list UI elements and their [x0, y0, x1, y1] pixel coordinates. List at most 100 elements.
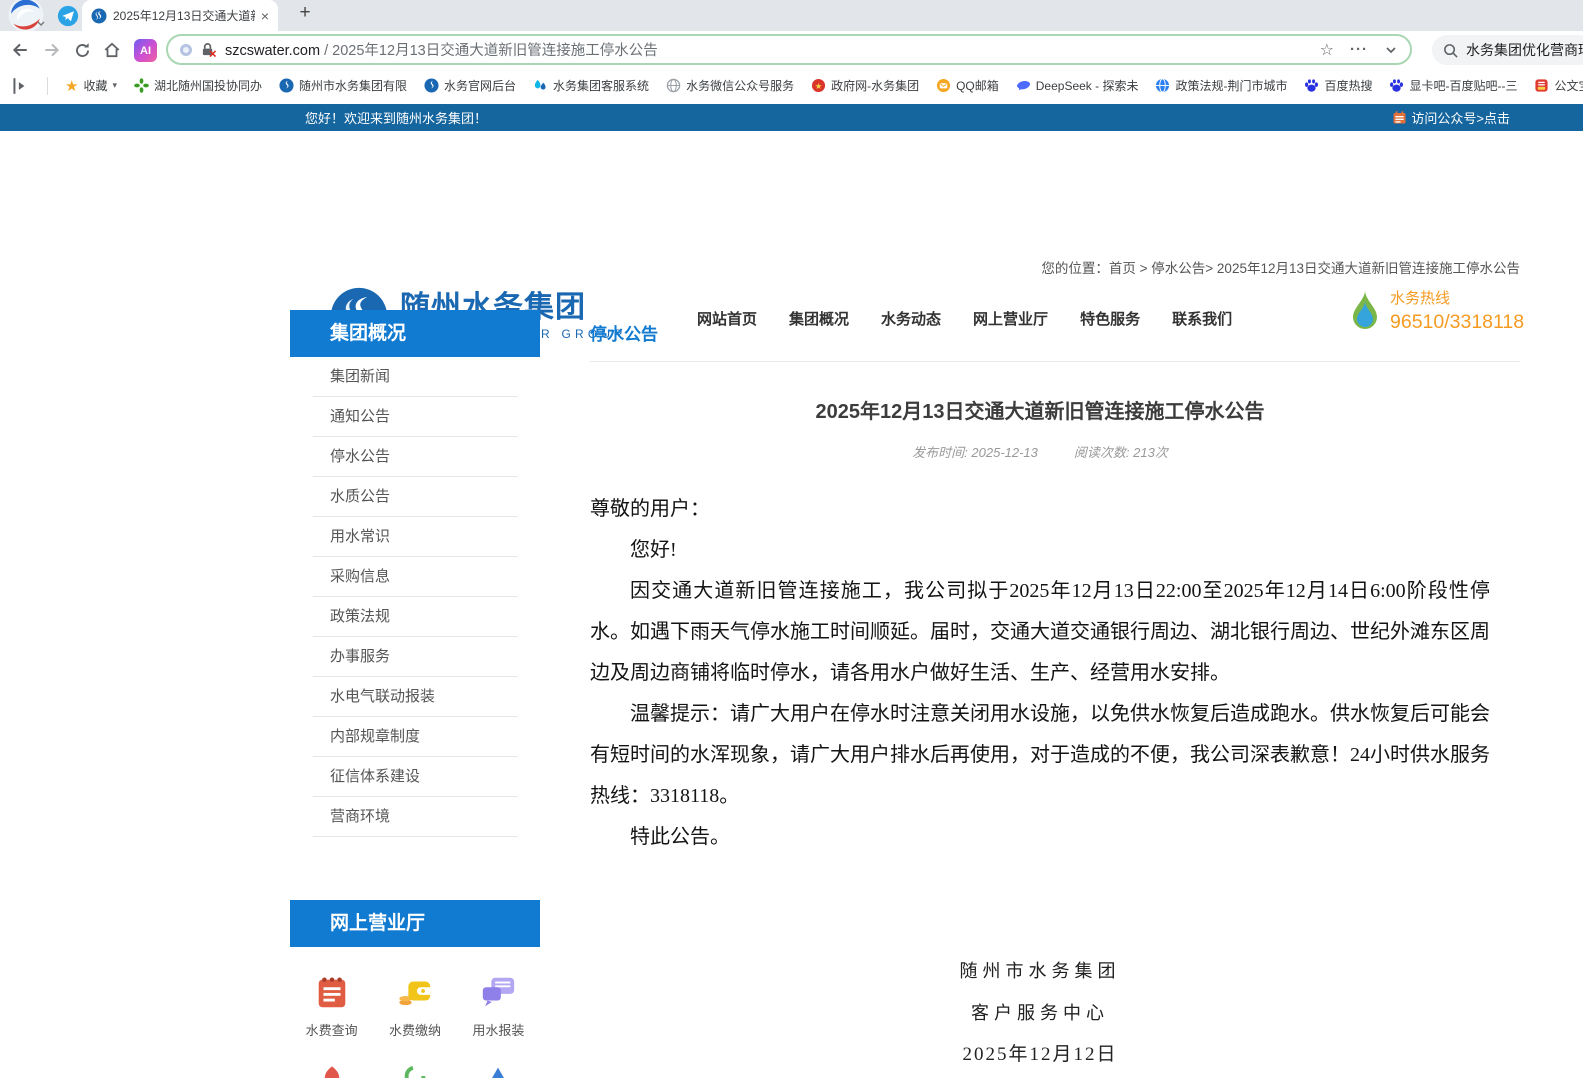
- ai-extension-icon[interactable]: AI: [134, 39, 157, 62]
- favorites-star-icon: ★: [65, 77, 78, 95]
- url-more-icon[interactable]: ···: [1350, 41, 1368, 58]
- breadcrumb-category[interactable]: 停水公告: [1151, 261, 1205, 276]
- category-divider: [590, 361, 1520, 362]
- url-text: szcswater.com / 2025年12月13日交通大道新旧管连接施工停水…: [225, 39, 1312, 60]
- article-panel: 停水公告 2025年12月13日交通大道新旧管连接施工停水公告 发布时间: 20…: [590, 320, 1520, 1076]
- breadcrumb: 您的位置：首页 > 停水公告> 2025年12月13日交通大道新旧管连接施工停水…: [1041, 257, 1520, 277]
- service-water-fee-query[interactable]: 水费查询: [290, 973, 373, 1039]
- bookmark-item[interactable]: 水务集团客服系统: [533, 77, 649, 94]
- baidu-paw-icon: [1304, 78, 1319, 93]
- sidebar-item-water-outage[interactable]: 停水公告: [290, 437, 540, 477]
- reader-mode-icon[interactable]: [180, 44, 192, 56]
- bookmark-item[interactable]: DeepSeek - 探索未: [1016, 77, 1139, 94]
- browser-logo-caret-icon[interactable]: [36, 16, 46, 26]
- bookmark-item[interactable]: QQ邮箱: [936, 77, 999, 94]
- article-meta: 发布时间: 2025-12-13 阅读次数: 213次: [590, 442, 1520, 461]
- sidebar-item-joint-install[interactable]: 水电气联动报装: [290, 677, 540, 717]
- sidebar-item-procurement[interactable]: 采购信息: [290, 557, 540, 597]
- tab-close-icon[interactable]: ×: [261, 9, 269, 23]
- sidebar-item-notices[interactable]: 通知公告: [290, 397, 540, 437]
- bookmark-item[interactable]: 随州市水务集团有限: [279, 77, 407, 94]
- home-icon[interactable]: [100, 38, 124, 62]
- bookmarks-divider: [47, 77, 48, 95]
- quick-search-box[interactable]: [1432, 35, 1583, 65]
- globe-icon: [666, 78, 681, 93]
- reload-icon[interactable]: [70, 38, 94, 62]
- forward-icon[interactable]: [40, 38, 64, 62]
- sidebar-item-credit-system[interactable]: 征信体系建设: [290, 757, 540, 797]
- breadcrumb-prefix: 您的位置：: [1041, 261, 1109, 276]
- sidebar-item-water-quality[interactable]: 水质公告: [290, 477, 540, 517]
- article-paragraph: 温馨提示：请广大用户在停水时注意关闭用水设施，以免供水恢复后造成跑水。供水恢复后…: [590, 694, 1490, 817]
- service-icon-partial-1[interactable]: [290, 1064, 373, 1078]
- bookmark-item[interactable]: 湖北随州国投协同办: [134, 77, 262, 94]
- sidebar-item-group-news[interactable]: 集团新闻: [290, 357, 540, 397]
- breadcrumb-current: 2025年12月13日交通大道新旧管连接施工停水公告: [1217, 261, 1520, 276]
- signature-department: 客户服务中心: [590, 992, 1490, 1034]
- service-icon-partial-3[interactable]: [457, 1064, 540, 1078]
- insecure-lock-icon[interactable]: [200, 42, 217, 57]
- tab-title: 2025年12月13日交通大道新: [113, 7, 255, 24]
- bookmark-item[interactable]: 水务官网后台: [424, 77, 516, 94]
- article-title: 2025年12月13日交通大道新旧管连接施工停水公告: [590, 395, 1520, 424]
- url-dropdown-icon[interactable]: [1384, 43, 1398, 57]
- article-category-title: 停水公告: [590, 320, 1520, 345]
- service-water-install[interactable]: 用水报装: [457, 973, 540, 1039]
- bookmark-item[interactable]: 显卡吧-百度贴吧--三: [1389, 77, 1517, 94]
- article-greeting: 尊敬的用户：: [590, 489, 1490, 530]
- doc-treasure-icon: [1534, 78, 1549, 93]
- new-tab-button[interactable]: +: [292, 2, 318, 24]
- side-panel-icon[interactable]: [10, 77, 30, 95]
- signature-company: 随州市水务集团: [590, 950, 1490, 992]
- favorites-caret-icon: ▾: [112, 80, 117, 91]
- water-group-icon: [424, 78, 439, 93]
- svg-text:★: ★: [815, 81, 823, 91]
- hotline-label: 水务热线: [1390, 287, 1524, 308]
- quick-search-input[interactable]: [1466, 42, 1583, 58]
- notepad-icon: [313, 973, 351, 1011]
- view-count: 阅读次数: 213次: [1074, 442, 1168, 461]
- wallet-icon: [396, 973, 434, 1011]
- browser-tab-strip: 2025年12月13日交通大道新 × +: [0, 0, 1583, 31]
- customer-service-icon: [533, 78, 548, 93]
- gov-emblem-icon: ★: [811, 78, 826, 93]
- url-bar[interactable]: szcswater.com / 2025年12月13日交通大道新旧管连接施工停水…: [166, 34, 1412, 65]
- sidebar-section-overview: 集团概况: [290, 310, 540, 357]
- url-path: / 2025年12月13日交通大道新旧管连接施工停水公告: [320, 43, 658, 59]
- bookmark-item[interactable]: 公文宝: [1534, 77, 1583, 94]
- active-tab[interactable]: 2025年12月13日交通大道新 ×: [82, 0, 278, 31]
- bookmarks-bar: ★ 收藏 ▾ 湖北随州国投协同办 随州市水务集团有限 水务官网后台 水务集团客服…: [0, 69, 1583, 102]
- sidebar-item-water-knowledge[interactable]: 用水常识: [290, 517, 540, 557]
- deepseek-whale-icon: [1016, 78, 1031, 93]
- url-domain: szcswater.com: [225, 43, 320, 59]
- public-account-link[interactable]: 访问公众号>点击: [1392, 108, 1510, 127]
- sidebar-item-internal-rules[interactable]: 内部规章制度: [290, 717, 540, 757]
- search-icon: [1443, 43, 1458, 58]
- bookmark-item[interactable]: 百度热搜: [1304, 77, 1372, 94]
- bookmark-item[interactable]: 政策法规-荆门市城市: [1155, 77, 1287, 94]
- blue-globe-icon: [1155, 78, 1170, 93]
- bookmark-star-icon[interactable]: ☆: [1320, 40, 1334, 60]
- bookmark-item[interactable]: 水务微信公众号服务: [666, 77, 794, 94]
- breadcrumb-home[interactable]: 首页: [1109, 261, 1136, 276]
- service-icon-partial-2[interactable]: [373, 1064, 456, 1078]
- article-paragraph: 特此公告。: [590, 817, 1490, 858]
- browser-toolbar: AI szcswater.com / 2025年12月13日交通大道新旧管连接施…: [0, 31, 1583, 69]
- pinned-tab-telegram-icon[interactable]: [57, 5, 79, 27]
- sidebar-section-online-hall: 网上营业厅: [290, 900, 540, 947]
- qq-mail-icon: [936, 78, 951, 93]
- chat-bubbles-icon: [479, 973, 517, 1011]
- service-water-fee-pay[interactable]: 水费缴纳: [373, 973, 456, 1039]
- bookmark-item[interactable]: ★ 政府网-水务集团: [811, 77, 919, 94]
- back-icon[interactable]: [8, 38, 32, 62]
- sidebar-item-services[interactable]: 办事服务: [290, 637, 540, 677]
- flower-icon: [134, 78, 149, 93]
- bookmark-favorites[interactable]: ★ 收藏 ▾: [65, 77, 117, 95]
- calendar-icon: [1392, 110, 1407, 125]
- signature-date: 2025年12月12日: [590, 1034, 1490, 1076]
- sidebar-item-policies[interactable]: 政策法规: [290, 597, 540, 637]
- article-paragraph: 因交通大道新旧管连接施工，我公司拟于2025年12月13日22:00至2025年…: [590, 571, 1490, 694]
- publish-date: 发布时间: 2025-12-13: [912, 442, 1038, 461]
- welcome-text: 您好！欢迎来到随州水务集团！: [305, 108, 487, 127]
- sidebar-item-business-env[interactable]: 营商环境: [290, 797, 540, 837]
